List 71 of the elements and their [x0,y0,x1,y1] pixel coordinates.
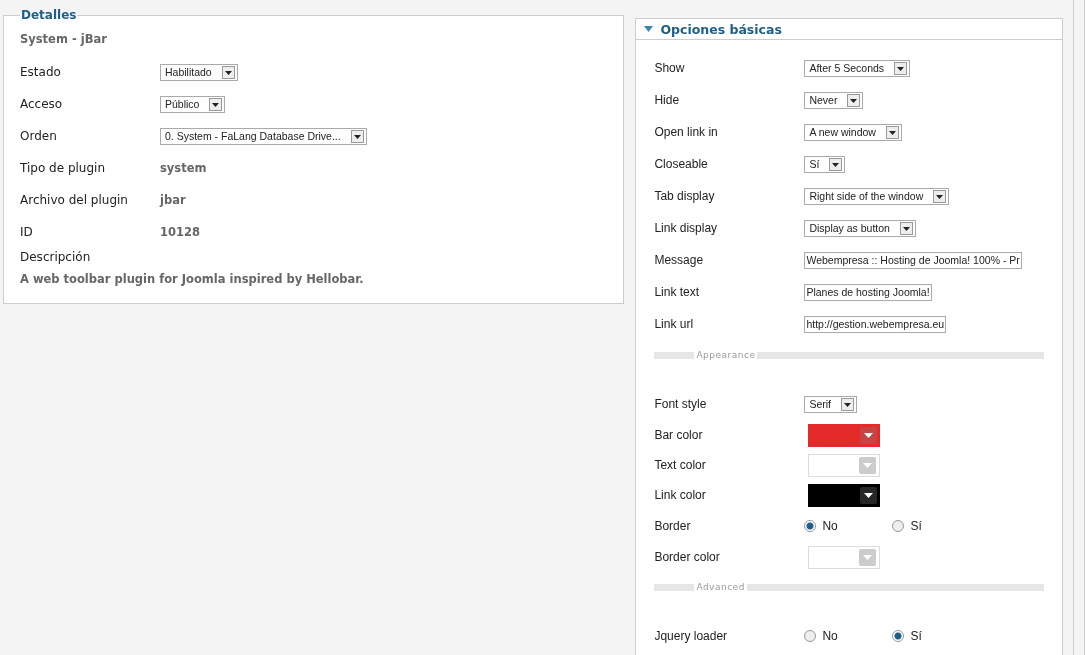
field-value: system [160,161,207,175]
dropdown[interactable]: A new window [804,123,902,141]
dropdown[interactable]: Sí [804,155,846,173]
dropdown[interactable]: Habilitado [160,63,238,81]
field-label: Link text [654,285,701,299]
dropdown[interactable]: 0. System - FaLang Database Drive... [160,127,367,145]
section-heading: Appearance [696,350,756,360]
field-label: Hide [654,93,681,107]
radio-option[interactable]: No [804,519,893,533]
field-label: ID [20,225,34,239]
field-label: Message [654,253,705,267]
field-label: Link display [654,221,719,235]
radio-button[interactable] [892,630,905,642]
field-label: Tab display [654,189,716,203]
dropdown[interactable]: Never [804,91,864,109]
radio-button[interactable] [804,520,817,532]
plugin-description: A web toolbar plugin for Joomla inspired by Hellobar. [20,272,365,286]
caret-icon [350,129,364,143]
field-label: Descripción [20,250,92,264]
radio-option[interactable]: Sí [892,629,981,643]
field-label: Acceso [20,97,64,111]
scrollbar[interactable] [1073,0,1085,655]
input-field[interactable]: Webempresa :: Hosting de Joomla! 100% - Pr [804,251,1022,269]
field-label: Archivo del plugin [20,193,129,207]
caret-icon [209,97,223,111]
field-label: Tipo de plugin [20,161,106,175]
caret-icon [859,456,877,474]
panel-legend: Detalles [20,8,78,22]
input-field[interactable]: Planes de hosting Joomla! [804,283,932,301]
input-field[interactable]: http://gestion.webempresa.eu [804,315,947,333]
field-value: jbar [160,193,186,207]
caret-icon [859,548,877,566]
field-label: Border color [654,550,721,564]
dropdown[interactable]: Público [160,95,226,113]
field-label: Closeable [654,157,709,171]
color-picker[interactable] [808,483,881,507]
field-label: Bar color [654,428,704,442]
field-label: Jquery loader [654,629,729,643]
caret-icon [221,65,235,79]
field-value: 10128 [160,225,200,239]
caret-icon [899,221,913,235]
dropdown[interactable]: Display as button [804,219,916,237]
radio-option[interactable]: No [804,629,893,643]
field-label: Orden [20,129,58,143]
plugin-name: System - jBar [20,32,108,46]
triangle-down-icon [644,26,654,32]
field-label: Font style [654,397,708,411]
caret-icon [933,189,947,203]
field-label: Estado [20,65,62,79]
radio-option[interactable]: Sí [892,519,981,533]
dropdown[interactable]: Right side of the window [804,187,950,205]
dropdown[interactable]: Serif [804,395,857,413]
field-label: Show [654,61,686,75]
radio-button[interactable] [892,520,905,532]
field-label: Border [654,519,692,533]
caret-icon [885,125,899,139]
field-label: Link url [654,317,695,331]
radio-button[interactable] [804,630,817,642]
caret-icon [847,93,861,107]
field-label: Link color [654,488,707,502]
color-picker[interactable] [808,423,881,447]
caret-icon [894,61,908,75]
field-label: Text color [654,458,707,472]
field-label: Open link in [654,125,719,139]
dropdown[interactable]: After 5 Seconds [804,59,911,77]
caret-icon [860,486,878,504]
section-heading: Advanced [696,582,745,592]
caret-icon [829,157,843,171]
caret-icon [841,397,854,411]
panel-header[interactable]: Opciones básicas [636,19,1062,40]
caret-icon [860,426,878,444]
